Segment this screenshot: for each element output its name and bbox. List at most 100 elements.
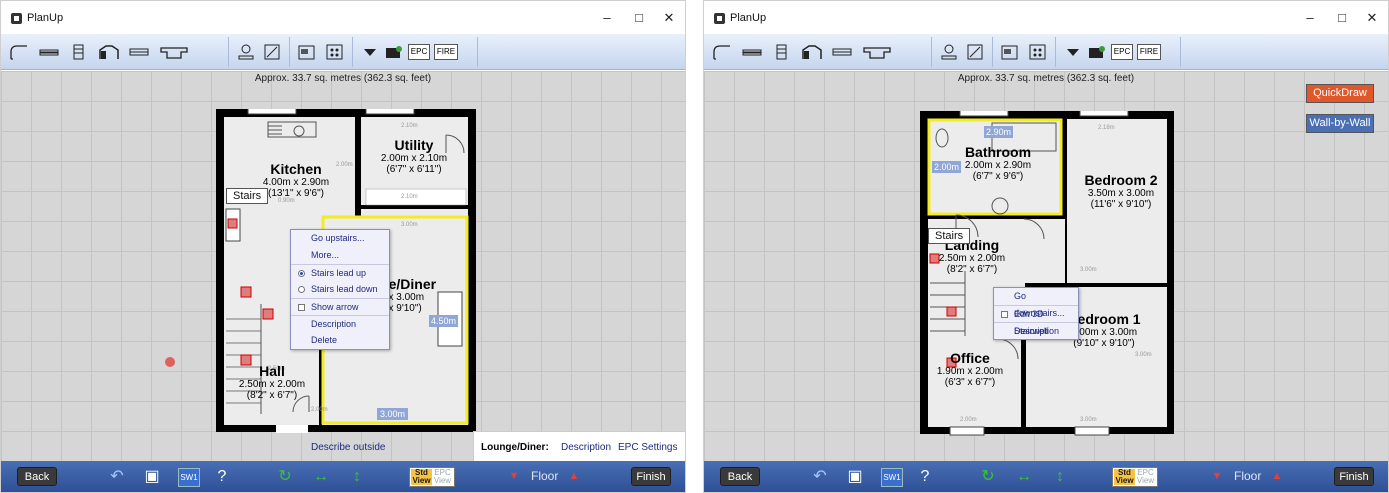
- floorplan-canvas[interactable]: Approx. 33.7 sq. metres (362.3 sq. feet): [704, 71, 1388, 463]
- radiator-icon[interactable]: [129, 44, 149, 60]
- epc-view-option[interactable]: EPC View: [432, 469, 453, 485]
- menu-description[interactable]: Description: [291, 315, 389, 332]
- view-toggle[interactable]: Std View EPC View: [1112, 467, 1158, 487]
- epc-view-option[interactable]: EPC View: [1135, 469, 1156, 485]
- menu-stairs-down[interactable]: Stairs lead down: [291, 281, 389, 298]
- view-toggle[interactable]: Std View EPC View: [409, 467, 455, 487]
- radio-up-icon: [298, 270, 305, 277]
- stairs-label[interactable]: Stairs: [928, 228, 971, 244]
- door-icon[interactable]: [772, 44, 792, 60]
- flip-horizontal-icon[interactable]: ↔: [1014, 468, 1034, 485]
- dots-icon[interactable]: [325, 44, 345, 60]
- door-icon[interactable]: [69, 44, 89, 60]
- camera-icon[interactable]: [1087, 44, 1107, 60]
- camera-icon[interactable]: [384, 44, 404, 60]
- svg-text:3.00m: 3.00m: [1080, 417, 1097, 423]
- window-icon[interactable]: [742, 44, 762, 60]
- undo-icon[interactable]: ↶: [810, 468, 830, 485]
- bedroom2-label: Bedroom 2 3.50m x 3.00m (11'6" x 9'10"): [1084, 172, 1158, 210]
- menu-stairs-up[interactable]: Stairs lead up: [291, 264, 389, 281]
- planup-window-ground-floor: PlanUp – □ ✕ EPC FIRE Approx. 33.7 sq. m…: [0, 0, 686, 493]
- dropdown-icon[interactable]: [1063, 44, 1083, 60]
- rotate-icon[interactable]: ↻: [275, 468, 295, 485]
- person-icon[interactable]: [939, 44, 959, 60]
- sink-icon[interactable]: [159, 44, 189, 60]
- photo-icon[interactable]: [1000, 44, 1020, 60]
- tool-group-media: [994, 37, 1056, 67]
- sw-icon[interactable]: SW1: [881, 468, 903, 487]
- finish-button[interactable]: Finish: [631, 467, 671, 486]
- minimize-button[interactable]: –: [1296, 9, 1324, 27]
- std-view-option[interactable]: Std View: [1114, 469, 1135, 485]
- flip-vertical-icon[interactable]: ↕: [1050, 468, 1070, 485]
- pencil-icon[interactable]: [262, 44, 282, 60]
- floor-down-icon[interactable]: ▼: [1207, 468, 1227, 485]
- back-button[interactable]: Back: [720, 467, 760, 486]
- maximize-button[interactable]: □: [1328, 9, 1356, 27]
- epc-icon[interactable]: EPC: [1111, 44, 1133, 60]
- floor-up-icon[interactable]: ▲: [1267, 468, 1287, 485]
- pencil-icon[interactable]: [965, 44, 985, 60]
- menu-more[interactable]: More...: [291, 247, 389, 264]
- lounge-depth-tag[interactable]: 3.00m: [377, 408, 409, 420]
- minimize-button[interactable]: –: [593, 9, 621, 27]
- sw-icon[interactable]: SW1: [178, 468, 200, 487]
- close-button[interactable]: ✕: [1358, 9, 1386, 27]
- menu-go-downstairs[interactable]: Go downstairs...: [994, 288, 1078, 318]
- dropdown-icon[interactable]: [360, 44, 380, 60]
- floor-down-icon[interactable]: ▼: [504, 468, 524, 485]
- fire-icon[interactable]: FIRE: [434, 44, 458, 60]
- floorplan-canvas[interactable]: Approx. 33.7 sq. metres (362.3 sq. feet): [1, 71, 685, 463]
- back-button[interactable]: Back: [17, 467, 57, 486]
- menu-show-arrow[interactable]: Show arrow: [291, 298, 389, 315]
- menu-edit-3d-stairwell[interactable]: Edit 3D Stairwell: [994, 305, 1078, 336]
- save-icon[interactable]: ▣: [142, 468, 162, 485]
- maximize-button[interactable]: □: [625, 9, 653, 27]
- room-info-bar: Lounge/Diner: Description EPC Settings: [473, 431, 685, 463]
- room-info-label: Lounge/Diner:: [481, 442, 549, 453]
- window-icon[interactable]: [39, 44, 59, 60]
- help-icon[interactable]: ?: [915, 468, 935, 485]
- floor-up-icon[interactable]: ▲: [564, 468, 584, 485]
- bathroom-width-tag[interactable]: 2.90m: [984, 126, 1014, 138]
- save-icon[interactable]: ▣: [845, 468, 865, 485]
- person-icon[interactable]: [236, 44, 256, 60]
- wall-by-wall-button[interactable]: Wall-by-Wall: [1306, 114, 1374, 133]
- bathroom-label: Bathroom 2.00m x 2.90m (6'7" x 9'6"): [964, 144, 1032, 182]
- epc-settings-link[interactable]: EPC Settings: [618, 442, 677, 453]
- flip-horizontal-icon[interactable]: ↔: [311, 468, 331, 485]
- help-icon[interactable]: ?: [212, 468, 232, 485]
- area-label: Approx. 33.7 sq. metres (362.3 sq. feet): [957, 73, 1135, 84]
- sink-icon[interactable]: [862, 44, 892, 60]
- room-description-link[interactable]: Description: [561, 442, 611, 453]
- flip-vertical-icon[interactable]: ↕: [347, 468, 367, 485]
- radiator-icon[interactable]: [832, 44, 852, 60]
- std-view-option[interactable]: Std View: [411, 469, 432, 485]
- bay-window-icon[interactable]: [802, 44, 822, 60]
- wall-icon[interactable]: [712, 44, 732, 60]
- svg-text:2.18m: 2.18m: [1098, 125, 1115, 131]
- close-button[interactable]: ✕: [655, 9, 683, 27]
- finish-button[interactable]: Finish: [1334, 467, 1374, 486]
- menu-delete[interactable]: Delete: [291, 332, 389, 349]
- app-icon: [11, 13, 22, 24]
- photo-icon[interactable]: [297, 44, 317, 60]
- quickdraw-button[interactable]: QuickDraw: [1306, 84, 1374, 103]
- svg-text:2.00m: 2.00m: [336, 162, 353, 168]
- menu-description[interactable]: Description: [994, 322, 1078, 339]
- wall-icon[interactable]: [9, 44, 29, 60]
- area-label: Approx. 33.7 sq. metres (362.3 sq. feet): [254, 73, 432, 84]
- fire-icon[interactable]: FIRE: [1137, 44, 1161, 60]
- svg-text:2.00m: 2.00m: [311, 407, 328, 413]
- menu-go-upstairs[interactable]: Go upstairs...: [291, 230, 389, 247]
- toolbar: EPC FIRE: [1, 34, 685, 70]
- dots-icon[interactable]: [1028, 44, 1048, 60]
- describe-outside-link[interactable]: Describe outside: [311, 442, 385, 453]
- tool-group-structure: [5, 37, 229, 67]
- bay-window-icon[interactable]: [99, 44, 119, 60]
- rotate-icon[interactable]: ↻: [978, 468, 998, 485]
- stairs-label[interactable]: Stairs: [226, 188, 269, 204]
- undo-icon[interactable]: ↶: [107, 468, 127, 485]
- epc-icon[interactable]: EPC: [408, 44, 430, 60]
- lounge-width-tag[interactable]: 4.50m: [429, 315, 459, 327]
